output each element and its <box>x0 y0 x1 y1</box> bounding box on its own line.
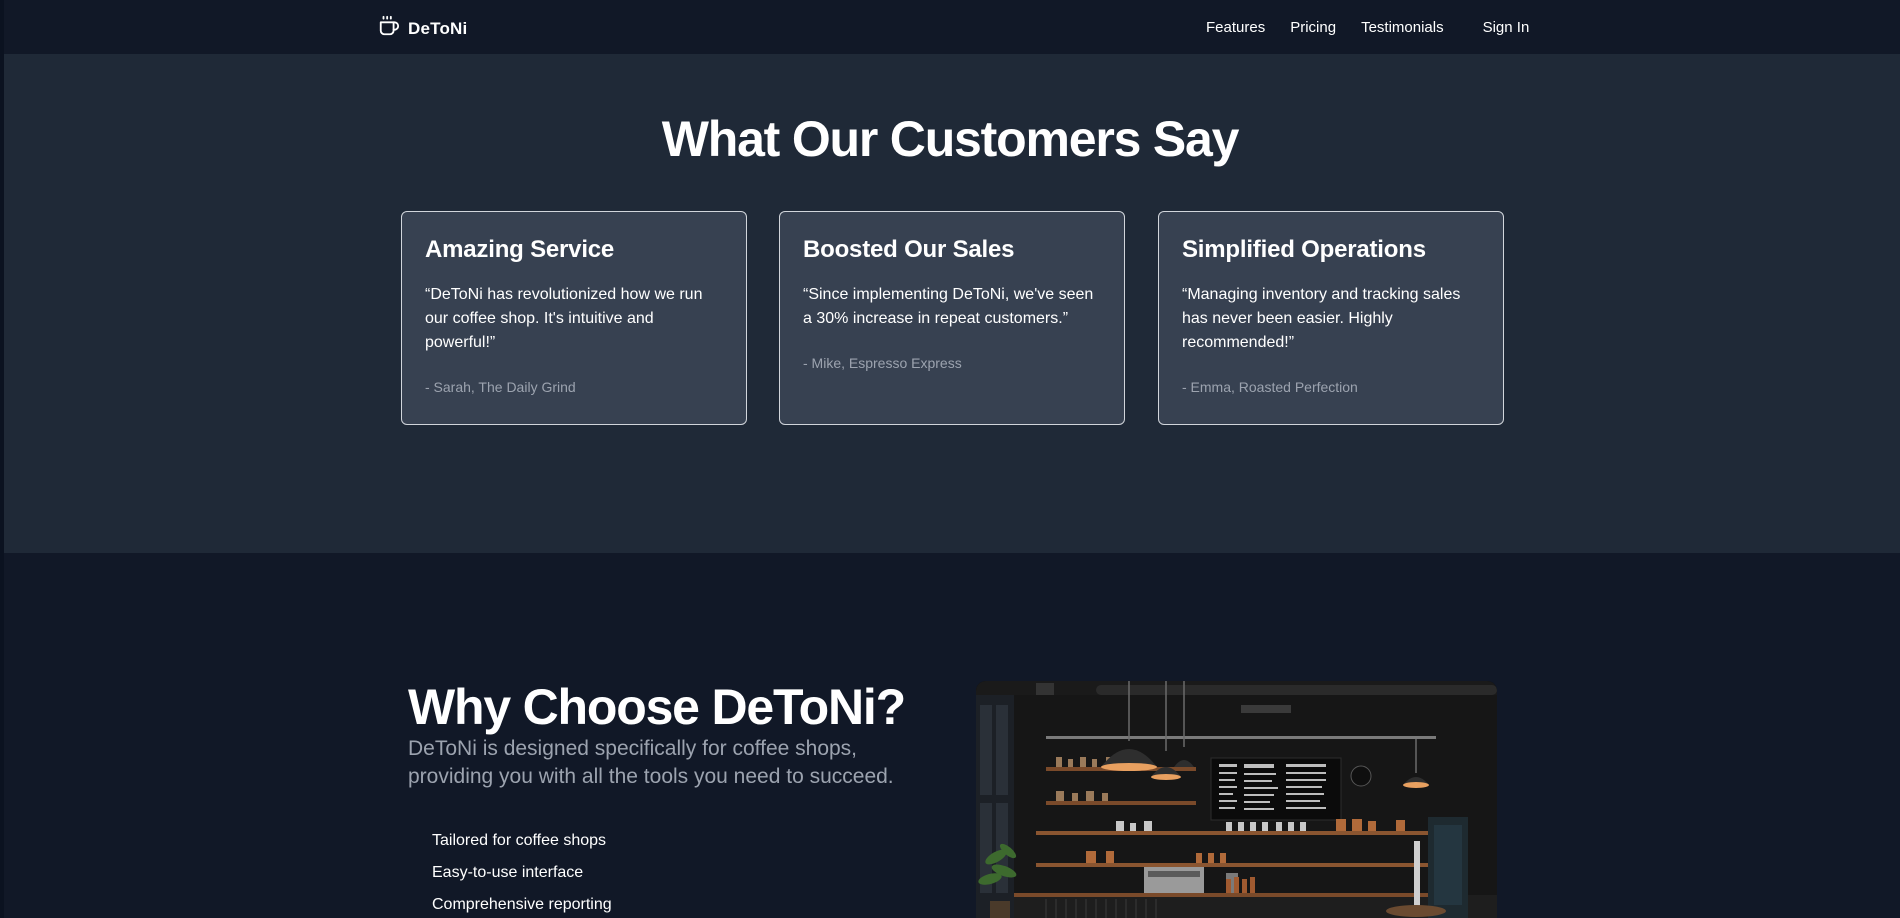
testimonial-author: - Sarah, The Daily Grind <box>425 379 576 395</box>
coffee-cup-icon <box>378 15 400 42</box>
feature-item: Comprehensive reporting <box>432 896 612 913</box>
why-subtitle: DeToNi is designed specifically for coff… <box>408 737 894 788</box>
testimonial-quote: “Managing inventory and tracking sales h… <box>1182 286 1461 351</box>
why-title: Why Choose DeToNi? <box>408 679 906 735</box>
brand-name: DeToNi <box>408 18 468 38</box>
nav-link-features[interactable]: Features <box>1206 19 1265 36</box>
testimonial-quote: “DeToNi has revolutionized how we run ou… <box>425 286 703 351</box>
sign-in-link[interactable]: Sign In <box>1483 19 1530 36</box>
testimonial-author: - Mike, Espresso Express <box>803 355 962 371</box>
testimonial-card: Boosted Our Sales “Since implementing De… <box>779 211 1125 425</box>
feature-list: Tailored for coffee shops Easy-to-use in… <box>432 825 612 918</box>
testimonial-card: Amazing Service “DeToNi has revolutioniz… <box>401 211 747 425</box>
testimonial-title: Simplified Operations <box>1182 236 1426 263</box>
testimonials-title: What Our Customers Say <box>661 111 1240 167</box>
feature-item: Tailored for coffee shops <box>432 832 607 849</box>
nav-link-pricing[interactable]: Pricing <box>1290 19 1336 36</box>
testimonial-title: Boosted Our Sales <box>803 236 1015 263</box>
main-nav: Features Pricing Testimonials Sign In <box>1206 19 1529 36</box>
testimonial-card: Simplified Operations “Managing inventor… <box>1158 211 1504 425</box>
testimonial-quote: “Since implementing DeToNi, we've seen a… <box>803 286 1094 327</box>
brand-logo[interactable]: DeToNi <box>378 15 467 42</box>
why-choose-section: Why Choose DeToNi? DeToNi is designed sp… <box>0 553 1900 918</box>
testimonials-section: What Our Customers Say Amazing Service “… <box>0 54 1900 553</box>
feature-item: Easy-to-use interface <box>432 864 584 881</box>
coffee-shop-photo <box>976 681 1497 918</box>
top-navbar: DeToNi Features Pricing Testimonials Sig… <box>0 0 1900 54</box>
left-edge <box>0 0 4 918</box>
nav-link-testimonials[interactable]: Testimonials <box>1361 19 1444 36</box>
testimonial-author: - Emma, Roasted Perfection <box>1182 379 1358 395</box>
testimonial-title: Amazing Service <box>425 236 615 263</box>
